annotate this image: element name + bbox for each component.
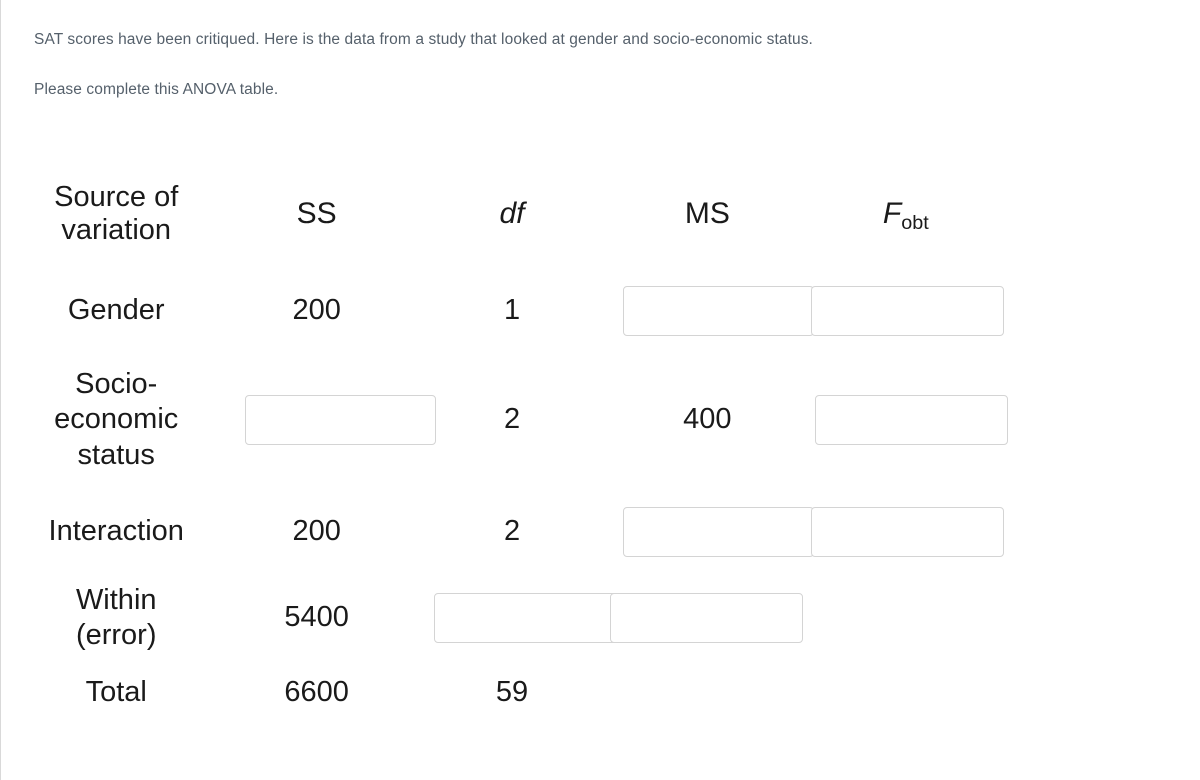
- instruction-line-2: Please complete this ANOVA table.: [34, 81, 279, 98]
- input-interaction-fobt[interactable]: [810, 507, 1004, 557]
- column-header-source-line2: variation: [61, 214, 172, 246]
- column-header-df: df: [499, 197, 525, 231]
- cell-ses-ms: 400: [683, 403, 732, 436]
- input-ses-fobt[interactable]: [814, 395, 1008, 445]
- table-row-total: Total 6600 59: [15, 662, 1005, 724]
- input-within-df[interactable]: [433, 593, 628, 643]
- instruction-line-1: SAT scores have been critiqued. Here is …: [34, 31, 813, 48]
- cell-within-fobt: [807, 574, 1005, 662]
- table-row-socio-economic-status: Socio- economic status 2 400: [15, 350, 1008, 490]
- column-header-source: Source of variation: [15, 160, 217, 272]
- row-label-total: Total: [85, 676, 147, 709]
- cell-ses-ss: [217, 350, 437, 490]
- cell-interaction-ss: 200: [292, 515, 341, 548]
- cell-total-ms: [608, 662, 806, 724]
- cell-ses-fobt: [807, 350, 1008, 490]
- cell-ses-df: 2: [503, 403, 521, 436]
- row-label-gender: Gender: [67, 294, 165, 327]
- fobt-symbol: F: [882, 197, 902, 231]
- table-row-interaction: Interaction 200 2: [15, 490, 1005, 574]
- cell-gender-ss: 200: [292, 294, 341, 327]
- cell-interaction-ms: [608, 490, 815, 574]
- row-label-ses-line3: status: [77, 438, 155, 471]
- cell-within-df: [416, 574, 628, 662]
- table-row-within-error: Within (error) 5400: [15, 574, 1005, 662]
- row-label-ses-line1: Socio-: [75, 367, 158, 400]
- row-label-socio-economic-status: Socio- economic status: [15, 350, 217, 490]
- row-label-ses-line2: economic: [54, 403, 179, 436]
- row-label-within-line1: Within: [75, 583, 157, 616]
- cell-gender-fobt: [807, 272, 1005, 350]
- cell-total-ss: 6600: [284, 676, 349, 709]
- cell-gender-df: 1: [503, 294, 521, 327]
- column-header-fobt: Fobt: [807, 160, 1005, 272]
- row-label-interaction: Interaction: [48, 515, 184, 548]
- column-header-source-line1: Source of: [54, 180, 179, 213]
- cell-gender-ms: [608, 272, 815, 350]
- row-label-within-line2: (error): [75, 619, 157, 651]
- cell-total-df: 59: [495, 676, 529, 709]
- cell-total-fobt: [807, 662, 1005, 724]
- question-page: SAT scores have been critiqued. Here is …: [0, 0, 1200, 780]
- table-row-gender: Gender 200 1: [15, 272, 1005, 350]
- cell-interaction-fobt: [807, 490, 1005, 574]
- cell-within-ms: [608, 574, 806, 662]
- column-header-ss: SS: [296, 197, 337, 231]
- fobt-subscript: obt: [901, 211, 929, 234]
- input-interaction-ms[interactable]: [623, 507, 815, 557]
- input-ses-ss[interactable]: [245, 395, 437, 445]
- anova-table: Source of variation SS df MS Fobt Gender…: [15, 160, 1008, 724]
- input-gender-ms[interactable]: [623, 286, 815, 336]
- cell-interaction-df: 2: [503, 515, 521, 548]
- input-gender-fobt[interactable]: [810, 286, 1004, 336]
- column-header-ms: MS: [684, 197, 730, 231]
- cell-within-ss: 5400: [284, 601, 349, 634]
- input-within-ms[interactable]: [610, 593, 804, 643]
- row-label-within-error: Within (error): [15, 574, 217, 662]
- table-header-row: Source of variation SS df MS Fobt: [15, 160, 1005, 272]
